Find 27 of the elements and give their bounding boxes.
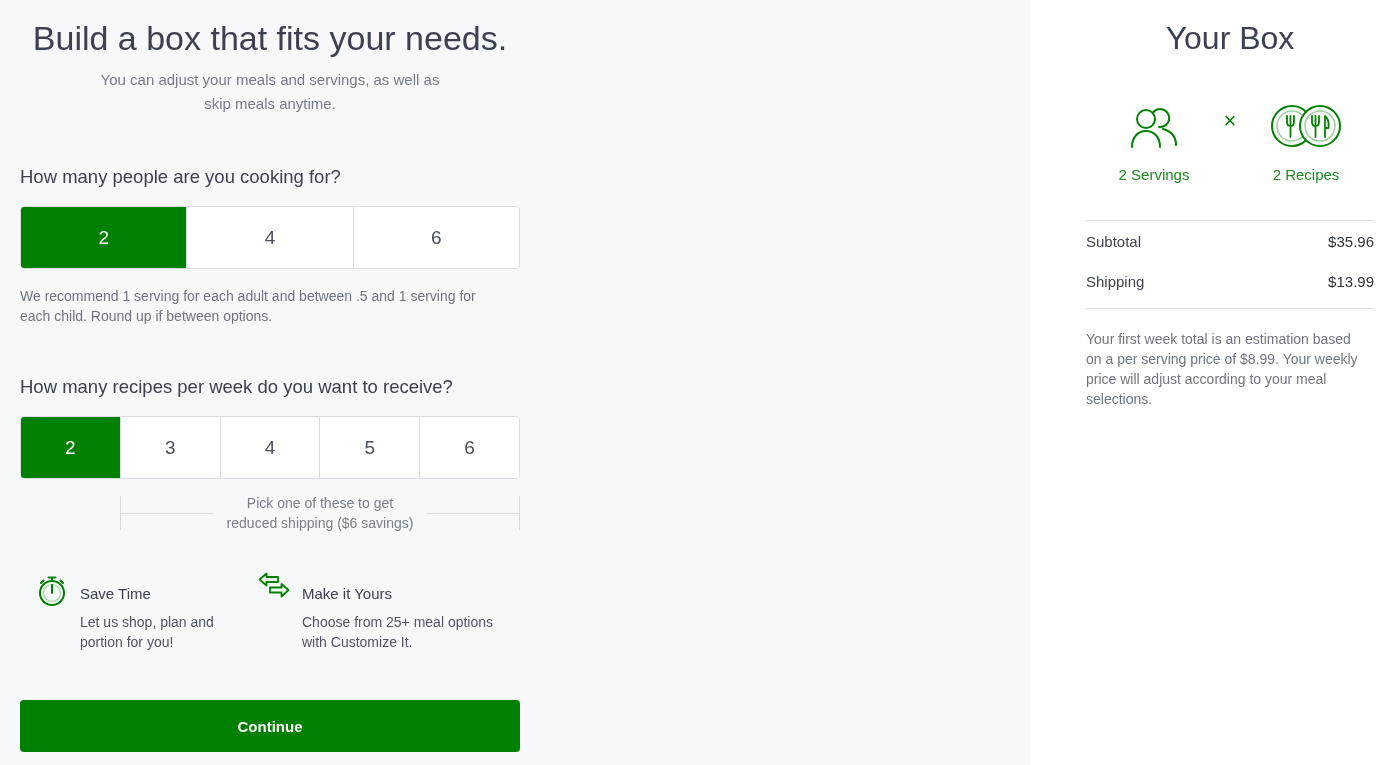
continue-button[interactable]: Continue: [20, 700, 520, 752]
times-symbol: ×: [1222, 107, 1238, 135]
price-amount: $35.96: [1328, 232, 1374, 252]
shipping-hint: Pick one of these to get reduced shipping ($6 savings): [225, 494, 415, 533]
feature-title: Save Time: [80, 584, 152, 604]
stopwatch-icon: [38, 576, 66, 606]
question-label: How many recipes per week do you want to receive?: [20, 375, 454, 399]
help-text: We recommend 1 serving for each adult and between .5 and 1 serving for each child. Round up if between options.: [20, 287, 477, 326]
option-button[interactable]: 6: [352, 207, 519, 268]
price-amount: $13.99: [1328, 272, 1374, 292]
price-label: Subtotal: [1086, 232, 1142, 252]
feature-description: Let us shop, plan and portion for you!: [80, 613, 215, 652]
option-button[interactable]: 2: [21, 207, 187, 268]
price-label: Shipping: [1086, 272, 1145, 292]
option-button[interactable]: 6: [419, 417, 519, 478]
page-title: Build a box that fits your needs.: [31, 18, 509, 59]
plates-icon: [1270, 104, 1342, 148]
swap-arrows-icon: [258, 572, 290, 598]
box-count-label: 2 Recipes: [1272, 165, 1340, 185]
feature-title: Make it Yours: [302, 584, 394, 604]
page-subtitle: You can adjust your meals and servings, as well as skip meals anytime.: [99, 70, 441, 114]
pricing-note: Your first week total is an estimation based on a per serving price of $8.99. Your weekly price will adjust according to your meal selections.: [1086, 330, 1359, 409]
summary-title: Your Box: [1164, 19, 1296, 58]
feature-description: Choose from 25+ meal options with Customize It.: [302, 613, 495, 652]
option-button[interactable]: 2: [21, 417, 120, 478]
question-label: How many people are you cooking for?: [20, 165, 342, 189]
box-count-label: 2 Servings: [1118, 165, 1190, 185]
